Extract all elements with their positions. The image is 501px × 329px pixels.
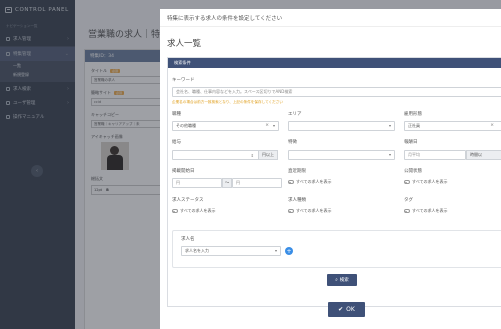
chevron-down-icon: ▾: [388, 123, 391, 128]
status-toggle-label: すべての求人を表示: [180, 208, 216, 213]
job-name-placeholder: 求人名を入力: [185, 248, 209, 253]
tag-toggle[interactable]: すべての求人を表示: [404, 208, 448, 214]
recent-label: 直近期限: [288, 169, 306, 174]
job-name-box: 求人名 求人名を入力 ▾ +: [172, 230, 501, 268]
toggle-switch[interactable]: [404, 180, 410, 184]
salary-label: 給与: [172, 140, 181, 145]
check-icon: ✔: [338, 306, 344, 313]
reward-suffix: 時間以: [466, 150, 501, 160]
toggle-switch[interactable]: [288, 209, 294, 213]
search-button[interactable]: ⌕ 検索: [327, 274, 357, 286]
chevron-down-icon: ▾: [388, 152, 391, 157]
reward-label: 報酬日: [404, 140, 418, 145]
salary-suffix: 円以上: [258, 150, 278, 160]
stepper-icon[interactable]: ⇕: [251, 153, 254, 158]
date-to-input[interactable]: 円: [232, 178, 282, 188]
date-separator: 〜: [222, 178, 232, 188]
kind-toggle-label: すべての求人を表示: [296, 208, 332, 213]
ok-button-label: OK: [346, 306, 355, 313]
public-toggle-label: すべての求人を表示: [412, 179, 448, 184]
job-type-label: 職種: [172, 112, 181, 117]
modal-header-text: 特集に表示する求人の条件を設定してください: [160, 9, 501, 27]
recent-toggle-label: すべての求人を表示: [296, 179, 332, 184]
keyword-warning: 企業名の場合は前方一致検索となり、上記の条件を保存してください: [172, 100, 283, 104]
toggle-switch[interactable]: [288, 180, 294, 184]
reward-input[interactable]: 月平均: [404, 150, 466, 160]
employment-value: 正社員: [408, 123, 420, 128]
keyword-input[interactable]: 会社名、職種、仕事内容などを入力。スペース区切りでAND検索: [172, 87, 501, 97]
area-label: エリア: [288, 112, 302, 117]
job-type-value: その他職種: [176, 123, 196, 128]
date-from-input[interactable]: 円: [172, 178, 222, 188]
keyword-label: キーワード: [172, 78, 195, 83]
clear-icon[interactable]: ×: [490, 123, 494, 128]
status-label: 求人ステータス: [172, 198, 204, 203]
ok-button[interactable]: ✔ OK: [328, 302, 365, 317]
kind-label: 求人種類: [288, 198, 306, 203]
feature-label: 特徴: [288, 140, 297, 145]
public-toggle[interactable]: すべての求人を表示: [404, 179, 448, 185]
employment-label: 雇用形態: [404, 112, 422, 117]
toggle-switch[interactable]: [404, 209, 410, 213]
add-job-button[interactable]: +: [285, 247, 293, 255]
chevron-down-icon: ▾: [272, 123, 275, 128]
employment-select[interactable]: 正社員 ×: [404, 121, 501, 131]
posted-label: 掲載開始日: [172, 169, 195, 174]
modal-title: 求人一覧: [167, 39, 202, 49]
job-name-select[interactable]: 求人名を入力 ▾: [181, 246, 281, 256]
public-label: 公開状態: [404, 169, 422, 174]
status-toggle[interactable]: すべての求人を表示: [172, 208, 216, 214]
chevron-down-icon: ▾: [274, 248, 277, 253]
search-panel: 検索条件 キーワード 会社名、職種、仕事内容などを入力。スペース区切りでAND検…: [167, 57, 501, 307]
search-button-label: 検索: [339, 278, 349, 283]
kind-toggle[interactable]: すべての求人を表示: [288, 208, 332, 214]
tag-label: タグ: [404, 198, 413, 203]
salary-input[interactable]: ⇕: [172, 150, 259, 160]
clear-icon[interactable]: ×: [265, 123, 269, 128]
recent-toggle[interactable]: すべての求人を表示: [288, 179, 332, 185]
search-icon: ⌕: [335, 278, 338, 283]
area-select[interactable]: ▾: [288, 121, 395, 131]
job-type-select[interactable]: その他職種 × ▾: [172, 121, 279, 131]
toggle-switch[interactable]: [172, 209, 178, 213]
job-name-label: 求人名: [181, 237, 195, 242]
tag-toggle-label: すべての求人を表示: [412, 208, 448, 213]
panel-title: 検索条件: [168, 58, 501, 68]
feature-select[interactable]: ▾: [288, 150, 395, 160]
